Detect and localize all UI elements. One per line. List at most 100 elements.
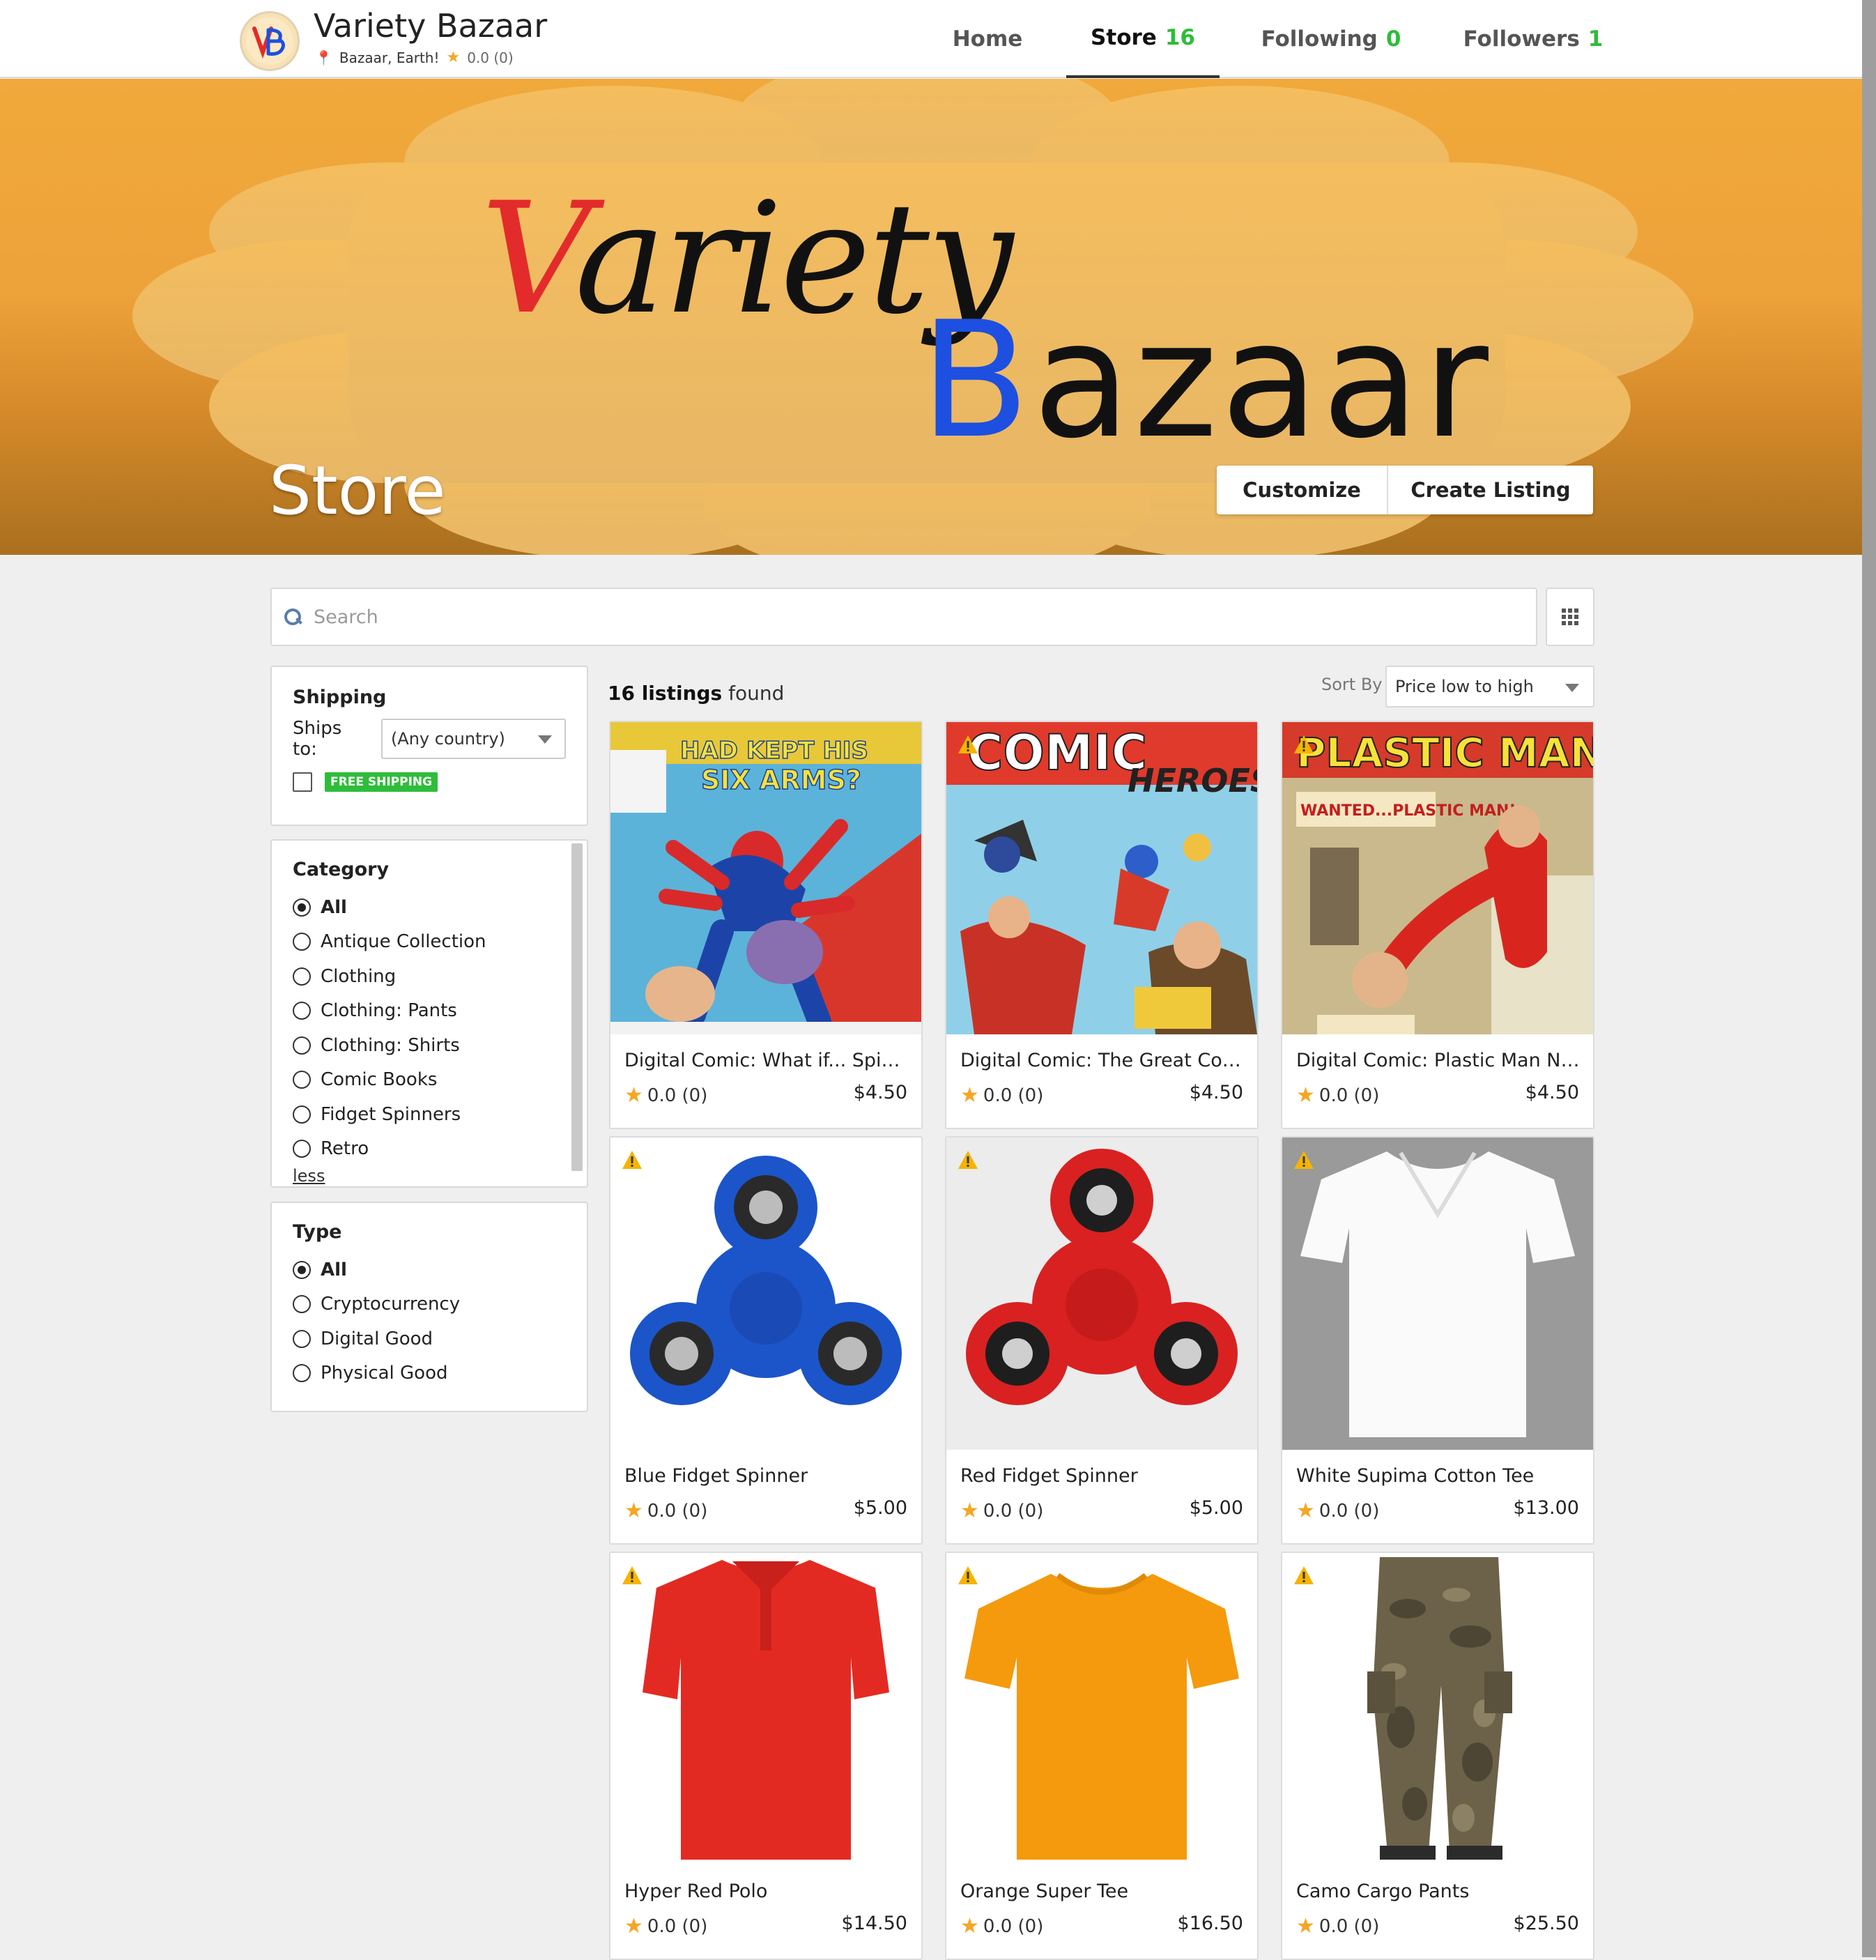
listing-card[interactable]: COMIC HEROES Digital Comic: The Great Co… [945, 721, 1259, 1129]
listing-rating-value: 0.0 (0) [983, 1085, 1044, 1106]
category-option-retro[interactable]: Retro [293, 1132, 566, 1167]
category-option-all[interactable]: All [293, 890, 566, 925]
category-option-fidget-spinners[interactable]: Fidget Spinners [293, 1097, 566, 1132]
listing-title[interactable]: Orange Super Tee [960, 1881, 1246, 1902]
type-option-cryptocurrency[interactable]: Cryptocurrency [293, 1287, 566, 1322]
listing-title[interactable]: Digital Comic: Plastic Man No. 18 [1296, 1050, 1582, 1071]
category-label: Clothing: Pants [321, 1000, 457, 1022]
tab-count: 1 [1587, 26, 1604, 52]
logo-rest: azaar [1032, 288, 1491, 474]
results-count-number: 16 listings [608, 682, 723, 705]
warning-icon[interactable] [622, 1150, 643, 1170]
listing-thumbnail[interactable] [610, 1138, 921, 1450]
listing-title[interactable]: Red Fidget Spinner [960, 1465, 1246, 1487]
listing-card[interactable]: Orange Super Tee ★ 0.0 (0) $16.50 [945, 1552, 1259, 1960]
listing-rating: ★ 0.0 (0) [1296, 1083, 1379, 1108]
cover-text: WANTED...PLASTIC MAN! [1300, 802, 1516, 820]
listing-title[interactable]: Digital Comic: The Great Comic Book Hero… [960, 1050, 1246, 1071]
listing-thumbnail[interactable] [610, 1553, 921, 1865]
listing-price: $13.00 [1513, 1497, 1579, 1519]
tab-followers[interactable]: Followers 1 [1450, 0, 1617, 78]
chevron-down-icon [538, 735, 552, 744]
listing-rating: ★ 0.0 (0) [624, 1914, 707, 1938]
listing-card[interactable]: Red Fidget Spinner ★ 0.0 (0) $5.00 [945, 1136, 1259, 1545]
listing-title[interactable]: Hyper Red Polo [624, 1881, 910, 1902]
camo-pants-image [1282, 1553, 1593, 1865]
listing-card[interactable]: HAD KEPT HIS SIX ARMS? Digital Comic: Wh… [609, 721, 923, 1129]
listing-thumbnail[interactable] [946, 1138, 1257, 1450]
listing-card[interactable]: Camo Cargo Pants ★ 0.0 (0) $25.50 [1281, 1552, 1594, 1960]
warning-icon[interactable] [1293, 735, 1314, 754]
listing-thumbnail[interactable]: HAD KEPT HIS SIX ARMS? [610, 722, 921, 1034]
star-icon: ★ [960, 1914, 979, 1938]
sort-select[interactable]: Price low to high [1385, 666, 1594, 707]
category-label: Retro [321, 1138, 369, 1160]
warning-icon[interactable] [622, 1565, 643, 1585]
shipping-title: Shipping [293, 687, 387, 708]
warning-icon[interactable] [958, 735, 978, 754]
listing-rating: ★ 0.0 (0) [960, 1914, 1043, 1938]
listing-title[interactable]: Blue Fidget Spinner [624, 1465, 910, 1487]
listing-rating-value: 0.0 (0) [647, 1085, 708, 1106]
listing-price: $16.50 [1177, 1913, 1243, 1934]
listing-rating-value: 0.0 (0) [983, 1915, 1044, 1937]
warning-icon[interactable] [958, 1565, 978, 1585]
grid-view-button[interactable] [1546, 588, 1594, 646]
category-option-comic-books[interactable]: Comic Books [293, 1063, 566, 1098]
ships-to-select[interactable]: (Any country) [380, 719, 566, 759]
listing-card[interactable]: PLASTIC MAN WANTED...PLASTIC MAN! Digita… [1281, 721, 1594, 1129]
type-option-all[interactable]: All [293, 1253, 566, 1287]
category-label: Clothing [321, 965, 397, 987]
tab-following[interactable]: Following 0 [1247, 0, 1415, 78]
listing-card[interactable]: Hyper Red Polo ★ 0.0 (0) $14.50 [609, 1552, 923, 1960]
listing-thumbnail[interactable] [1282, 1553, 1593, 1865]
warning-icon[interactable] [1293, 1565, 1314, 1585]
category-option-clothing[interactable]: Clothing [293, 959, 566, 994]
create-listing-button[interactable]: Create Listing [1388, 466, 1593, 514]
listing-title[interactable]: Camo Cargo Pants [1296, 1881, 1582, 1902]
listing-thumbnail[interactable] [1282, 1138, 1593, 1450]
listing-rating-value: 0.0 (0) [983, 1500, 1044, 1522]
cover-text: COMIC [967, 724, 1147, 781]
customize-button[interactable]: Customize [1217, 466, 1388, 514]
radio-icon [293, 1071, 311, 1089]
category-option-clothing-shirts[interactable]: Clothing: Shirts [293, 1028, 566, 1063]
category-option-antique-collection[interactable]: Antique Collection [293, 925, 566, 960]
tab-store[interactable]: Store 16 [1066, 0, 1220, 78]
free-shipping-badge: FREE SHIPPING [325, 772, 438, 792]
radio-icon [293, 1295, 311, 1314]
page-scrollbar[interactable] [1862, 0, 1876, 1957]
category-option-clothing-pants[interactable]: Clothing: Pants [293, 994, 566, 1029]
category-scrollbar[interactable] [571, 843, 583, 1171]
grid-icon [1562, 608, 1578, 625]
listing-rating: ★ 0.0 (0) [960, 1499, 1043, 1523]
listing-rating: ★ 0.0 (0) [1296, 1914, 1379, 1938]
radio-icon [293, 1329, 311, 1348]
free-shipping-checkbox[interactable] [293, 772, 312, 792]
listing-thumbnail[interactable]: PLASTIC MAN WANTED...PLASTIC MAN! [1282, 722, 1593, 1034]
listing-title[interactable]: Digital Comic: What if... Spider-Man had… [624, 1050, 910, 1071]
listing-card[interactable]: White Supima Cotton Tee ★ 0.0 (0) $13.00 [1281, 1136, 1594, 1545]
star-icon: ★ [960, 1499, 979, 1523]
type-option-digital-good[interactable]: Digital Good [293, 1322, 566, 1356]
search-input[interactable] [312, 605, 1497, 629]
type-label: Physical Good [321, 1363, 448, 1384]
warning-icon[interactable] [958, 1150, 978, 1170]
store-name[interactable]: Variety Bazaar [314, 7, 547, 45]
store-avatar[interactable] [240, 11, 300, 71]
warning-icon[interactable] [1293, 1150, 1314, 1170]
tab-home[interactable]: Home [942, 0, 1033, 78]
type-option-physical-good[interactable]: Physical Good [293, 1356, 566, 1391]
listing-thumbnail[interactable]: COMIC HEROES [946, 722, 1257, 1034]
show-less-link[interactable]: less [293, 1166, 325, 1186]
cover-text: PLASTIC MAN [1296, 729, 1593, 776]
star-icon: ★ [624, 1083, 643, 1108]
category-filter: Category All Antique Collection Clothing… [270, 839, 588, 1188]
listing-title[interactable]: White Supima Cotton Tee [1296, 1465, 1582, 1487]
listing-price: $4.50 [1189, 1082, 1243, 1103]
listing-thumbnail[interactable] [946, 1553, 1257, 1865]
radio-icon [293, 1260, 311, 1279]
white-tee-image [1282, 1138, 1593, 1450]
listing-rating-value: 0.0 (0) [647, 1915, 708, 1937]
listing-card[interactable]: Blue Fidget Spinner ★ 0.0 (0) $5.00 [609, 1136, 923, 1545]
